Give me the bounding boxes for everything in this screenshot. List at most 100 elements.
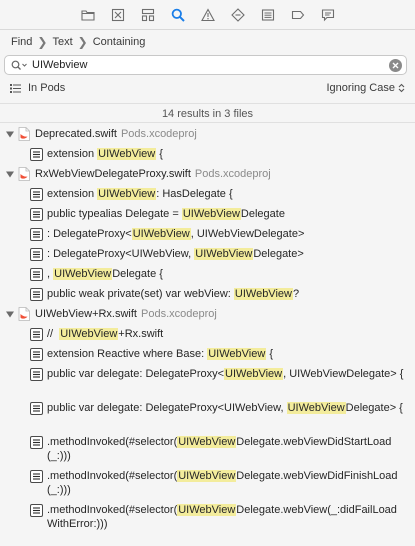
search-icon[interactable] <box>163 0 193 30</box>
match-highlight: UIWebView <box>97 188 157 200</box>
match-result-row[interactable]: .methodInvoked(#selector(UIWebViewDelega… <box>0 432 415 466</box>
disclosure-toggle[interactable] <box>4 309 16 319</box>
search-field <box>4 55 407 75</box>
clear-search-icon[interactable] <box>389 58 402 72</box>
test-diamond-icon[interactable] <box>223 0 253 30</box>
search-options-icon[interactable] <box>11 60 28 71</box>
project-name: Pods.xcodeproj <box>141 308 217 320</box>
file-result-row[interactable]: RxWebViewDelegateProxy.swift Pods.xcodepr… <box>0 164 415 184</box>
match-context: public typealias Delegate = <box>47 208 182 220</box>
match-highlight: UIWebView <box>177 504 237 516</box>
match-result-row[interactable]: extension Reactive where Base: UIWebView… <box>0 344 415 364</box>
debug-list-icon[interactable] <box>253 0 283 30</box>
match-context: Delegate> { <box>345 402 403 414</box>
navigator-bar <box>0 0 415 30</box>
match-text: public var delegate: DelegateProxy<UIWeb… <box>47 401 403 415</box>
match-highlight: UIWebView <box>53 268 113 280</box>
match-context: { <box>156 148 163 160</box>
match-result-row[interactable]: , UIWebViewDelegate { <box>0 264 415 284</box>
source-control-icon[interactable] <box>103 0 133 30</box>
disclosure-triangle-icon[interactable] <box>5 170 15 179</box>
match-result-row[interactable]: : DelegateProxy<UIWebView, UIWebViewDele… <box>0 244 415 264</box>
match-text: , UIWebViewDelegate { <box>47 267 163 281</box>
match-context: .methodInvoked(#selector( <box>47 436 178 448</box>
match-highlight: UIWebView <box>97 148 157 160</box>
issue-warning-icon[interactable] <box>193 0 223 30</box>
breakpoint-tag-icon[interactable] <box>283 0 313 30</box>
disclosure-toggle[interactable] <box>4 169 16 179</box>
match-result-row[interactable]: public weak private(set) var webView: UI… <box>0 284 415 304</box>
search-input[interactable] <box>32 59 389 71</box>
file-name: Deprecated.swift <box>35 128 117 140</box>
match-context: Delegate> <box>253 248 304 260</box>
match-text: : DelegateProxy<UIWebView, UIWebViewDele… <box>47 227 304 241</box>
results-summary: 14 results in 3 files <box>0 103 415 123</box>
match-context: .methodInvoked(#selector( <box>47 470 178 482</box>
breadcrumb: Find ❯ Text ❯ Containing <box>0 30 415 54</box>
find-options-row: In Pods Ignoring Case <box>0 78 415 98</box>
match-context: : DelegateProxy<UIWebView, <box>47 248 195 260</box>
match-text: public typealias Delegate = UIWebViewDel… <box>47 207 285 221</box>
source-line-icon <box>30 207 43 221</box>
match-context: extension Reactive where Base: <box>47 348 208 360</box>
match-text: public weak private(set) var webView: UI… <box>47 287 299 301</box>
updown-chevron-icon <box>398 83 405 93</box>
match-text: extension Reactive where Base: UIWebView… <box>47 347 273 361</box>
match-highlight: UIWebView <box>286 402 346 414</box>
source-line-icon <box>30 368 43 381</box>
swift-file-icon <box>18 127 30 141</box>
match-context: , UIWebViewDelegate> { <box>283 368 404 380</box>
match-result-row[interactable]: .methodInvoked(#selector(UIWebViewDelega… <box>0 500 415 534</box>
chevron-right-icon: ❯ <box>77 35 88 49</box>
match-highlight: UIWebView <box>194 248 254 260</box>
file-result-row[interactable]: UIWebView+Rx.swift Pods.xcodeproj <box>0 304 415 324</box>
disclosure-triangle-icon[interactable] <box>5 310 15 319</box>
source-line-icon <box>30 327 43 341</box>
match-text: .methodInvoked(#selector(UIWebViewDelega… <box>47 469 407 497</box>
match-result-row[interactable]: : DelegateProxy<UIWebView, UIWebViewDele… <box>0 224 415 244</box>
file-name: RxWebViewDelegateProxy.swift <box>35 168 191 180</box>
report-comment-icon[interactable] <box>313 0 343 30</box>
case-sensitivity-popup[interactable]: Ignoring Case <box>327 82 406 94</box>
match-text: extension UIWebView { <box>47 147 163 161</box>
match-context: public var delegate: DelegateProxy<UIWeb… <box>47 402 287 414</box>
disclosure-triangle-icon[interactable] <box>5 130 15 139</box>
match-context: Delegate { <box>112 268 163 280</box>
match-context: public weak private(set) var webView: <box>47 288 234 300</box>
scope-list-icon <box>10 83 21 93</box>
match-result-row[interactable]: extension UIWebView { <box>0 144 415 164</box>
source-line-icon <box>30 287 43 301</box>
match-text: .methodInvoked(#selector(UIWebViewDelega… <box>47 435 407 463</box>
folder-icon[interactable] <box>73 0 103 30</box>
match-context: // <box>47 328 60 340</box>
source-line-icon <box>30 247 43 261</box>
match-context: public var delegate: DelegateProxy< <box>47 368 225 380</box>
match-result-row[interactable]: // UIWebView+Rx.swift <box>0 324 415 344</box>
match-text: .methodInvoked(#selector(UIWebViewDelega… <box>47 503 407 531</box>
breadcrumb-containing[interactable]: Containing <box>93 36 146 48</box>
source-line-icon <box>30 347 43 361</box>
scope-label: In Pods <box>28 82 66 94</box>
match-result-row[interactable]: public var delegate: DelegateProxy<UIWeb… <box>0 398 415 432</box>
project-name: Pods.xcodeproj <box>194 168 271 180</box>
project-name: Pods.xcodeproj <box>120 128 197 140</box>
match-highlight: UIWebView <box>224 368 284 380</box>
hierarchy-icon[interactable] <box>133 0 163 30</box>
match-context: : DelegateProxy< <box>47 228 132 240</box>
match-result-row[interactable]: public var delegate: DelegateProxy<UIWeb… <box>0 364 415 398</box>
match-result-row[interactable]: public typealias Delegate = UIWebViewDel… <box>0 204 415 224</box>
source-line-icon <box>30 470 43 483</box>
scope-selector[interactable]: In Pods <box>10 82 65 94</box>
match-text: public var delegate: DelegateProxy<UIWeb… <box>47 367 403 381</box>
breadcrumb-text[interactable]: Text <box>52 36 72 48</box>
match-result-row[interactable]: extension UIWebView: HasDelegate { <box>0 184 415 204</box>
match-highlight: UIWebView <box>177 436 237 448</box>
match-result-row[interactable]: .methodInvoked(#selector(UIWebViewDelega… <box>0 466 415 500</box>
disclosure-toggle[interactable] <box>4 129 16 139</box>
source-line-icon <box>30 436 43 449</box>
breadcrumb-find[interactable]: Find <box>11 36 32 48</box>
chevron-right-icon: ❯ <box>37 35 48 49</box>
source-line-icon <box>30 402 43 415</box>
file-result-row[interactable]: Deprecated.swift Pods.xcodeproj <box>0 124 415 144</box>
source-line-icon <box>30 187 43 201</box>
